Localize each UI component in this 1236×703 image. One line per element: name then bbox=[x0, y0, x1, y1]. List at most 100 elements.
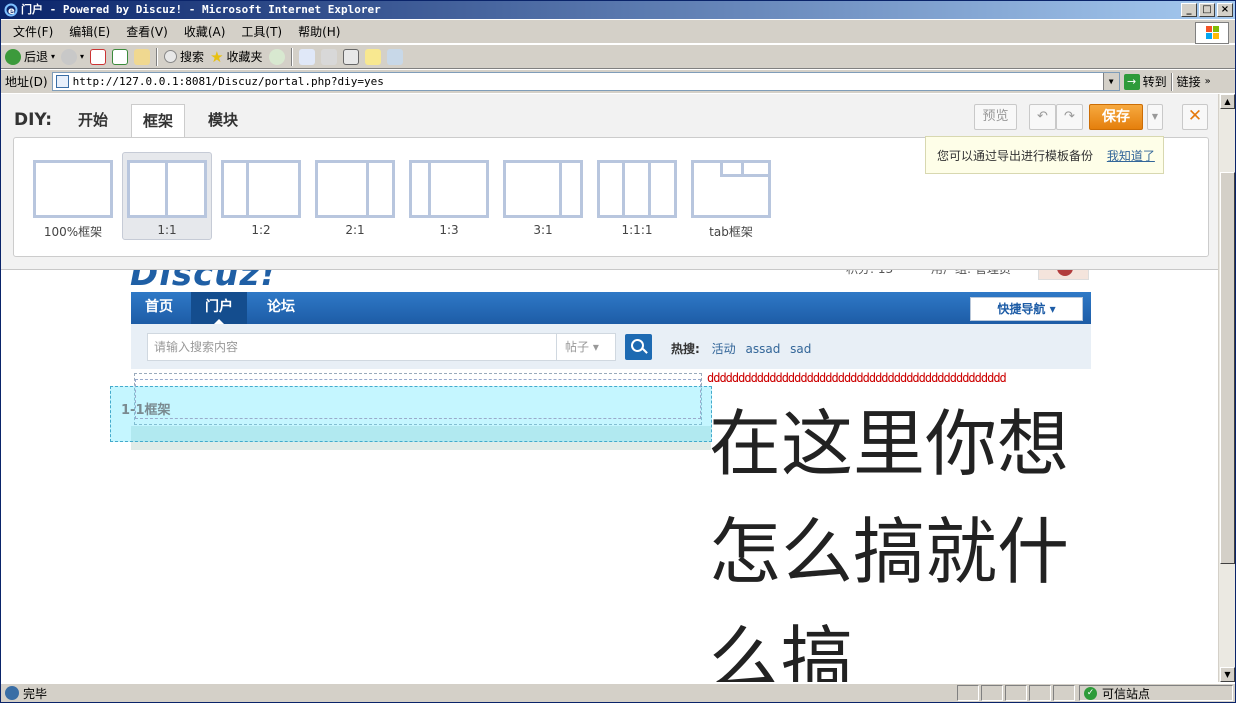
history-icon[interactable] bbox=[268, 48, 285, 65]
windows-logo-icon bbox=[1195, 22, 1229, 44]
search-type-select[interactable]: 帖子 ▾ bbox=[556, 333, 616, 361]
scroll-up-icon[interactable]: ▲ bbox=[1220, 94, 1235, 109]
nav-home[interactable]: 首页 bbox=[131, 292, 187, 324]
frame-inner-border bbox=[135, 379, 701, 419]
go-button[interactable]: → 转到 bbox=[1123, 73, 1167, 90]
forward-button[interactable]: ▾ bbox=[61, 48, 84, 65]
frame-option-2-1[interactable]: 2:1 bbox=[310, 152, 400, 240]
maximize-button[interactable]: □ bbox=[1199, 3, 1215, 17]
close-diy-button[interactable]: ✕ bbox=[1182, 104, 1208, 130]
address-url: http://127.0.0.1:8081/Discuz/portal.php?… bbox=[72, 75, 384, 88]
frame-option-label: 1:1:1 bbox=[621, 223, 653, 237]
menu-view[interactable]: 查看(V) bbox=[118, 23, 176, 40]
page-content: Discuz! 积分: 13 用户组: 管理员 首页 门户 论坛 快捷导航 ▾ … bbox=[1, 94, 1219, 682]
redo-button[interactable]: ↷ bbox=[1056, 104, 1083, 130]
forward-arrow-icon bbox=[61, 48, 78, 65]
search-button[interactable]: 搜索 bbox=[164, 48, 204, 65]
diy-label: DIY: bbox=[14, 110, 53, 130]
preview-button[interactable]: 预览 bbox=[974, 104, 1017, 130]
frame-option-tab[interactable]: tab框架 bbox=[686, 152, 776, 240]
tab-start[interactable]: 开始 bbox=[67, 104, 119, 138]
frame-option-1-1[interactable]: 1:1 bbox=[122, 152, 212, 240]
frame-option-1-1-1[interactable]: 1:1:1 bbox=[592, 152, 682, 240]
svg-text:e: e bbox=[8, 6, 15, 17]
hot-word[interactable]: assad bbox=[745, 342, 780, 356]
address-dropdown-icon[interactable]: ▼ bbox=[1102, 73, 1119, 90]
menu-file[interactable]: 文件(F) bbox=[5, 23, 61, 40]
frame-label: 1-1框架 bbox=[121, 403, 171, 418]
diy-panel: DIY: 开始 框架 模块 预览 ↶ ↷ 保存 ▼ ✕ 100%框架 1:1 1… bbox=[1, 94, 1219, 270]
tab-module[interactable]: 模块 bbox=[197, 104, 249, 138]
back-arrow-icon bbox=[5, 48, 21, 65]
discuss-icon[interactable] bbox=[364, 48, 381, 65]
hot-word[interactable]: 活动 bbox=[712, 342, 736, 356]
favorites-button[interactable]: ★ 收藏夹 bbox=[210, 48, 262, 66]
go-label: 转到 bbox=[1142, 75, 1167, 89]
links-button[interactable]: 链接 bbox=[1177, 73, 1201, 90]
frame-option-label: 100%框架 bbox=[43, 225, 103, 239]
page-done-icon bbox=[5, 686, 19, 700]
status-pane bbox=[957, 685, 979, 701]
star-icon: ★ bbox=[210, 47, 224, 66]
status-bar: 完毕 ✓ 可信站点 bbox=[1, 683, 1235, 702]
minimize-button[interactable]: _ bbox=[1181, 3, 1197, 17]
tip-text: 您可以通过导出进行模板备份 bbox=[937, 149, 1094, 163]
edit-icon[interactable] bbox=[342, 48, 359, 65]
search-label: 搜索 bbox=[180, 50, 205, 64]
standard-toolbar: 后退 ▾ ▾ 搜索 ★ 收藏夹 bbox=[1, 45, 1235, 69]
back-button[interactable]: 后退 ▾ bbox=[5, 48, 55, 65]
address-input[interactable]: http://127.0.0.1:8081/Discuz/portal.php?… bbox=[51, 72, 1120, 91]
menu-favorites[interactable]: 收藏(A) bbox=[176, 23, 234, 40]
nav-portal[interactable]: 门户 bbox=[191, 292, 247, 324]
vertical-scrollbar[interactable]: ▲ ▼ bbox=[1218, 94, 1235, 682]
tab-frame[interactable]: 框架 bbox=[131, 104, 186, 138]
search-submit-button[interactable] bbox=[625, 334, 652, 360]
title-bar: e 门户 - Powered by Discuz! - Microsoft In… bbox=[1, 1, 1235, 19]
address-label: 地址(D) bbox=[5, 75, 48, 89]
frame-option-3-1[interactable]: 3:1 bbox=[498, 152, 588, 240]
scroll-thumb[interactable] bbox=[1220, 172, 1235, 564]
frame-option-label: 1:1 bbox=[157, 223, 177, 237]
frame-option-100[interactable]: 100%框架 bbox=[28, 152, 118, 240]
menu-help[interactable]: 帮助(H) bbox=[290, 23, 348, 40]
frame-option-label: tab框架 bbox=[709, 225, 753, 239]
save-options-button[interactable]: ▼ bbox=[1147, 104, 1163, 130]
main-nav: 首页 门户 论坛 bbox=[131, 292, 1091, 324]
menu-tools[interactable]: 工具(T) bbox=[233, 23, 290, 40]
trusted-check-icon: ✓ bbox=[1084, 686, 1097, 700]
go-arrow-icon: → bbox=[1123, 73, 1140, 90]
nav-forum[interactable]: 论坛 bbox=[253, 292, 309, 324]
page-icon bbox=[55, 75, 69, 88]
search-icon bbox=[164, 50, 178, 63]
frame-thumb bbox=[221, 160, 301, 218]
status-text: 完毕 bbox=[23, 686, 48, 701]
frame-option-1-2[interactable]: 1:2 bbox=[216, 152, 306, 240]
large-text-block: 在这里你想怎么搞就什么搞 bbox=[709, 402, 1070, 682]
frame-option-label: 1:3 bbox=[439, 223, 459, 237]
browser-window: e 门户 - Powered by Discuz! - Microsoft In… bbox=[0, 0, 1236, 703]
search-input[interactable]: 请输入搜索内容 bbox=[147, 333, 557, 361]
menu-edit[interactable]: 编辑(E) bbox=[61, 23, 118, 40]
window-title: 门户 - Powered by Discuz! - Microsoft Inte… bbox=[21, 3, 381, 16]
scroll-down-icon[interactable]: ▼ bbox=[1220, 667, 1235, 682]
security-zone[interactable]: ✓ 可信站点 bbox=[1079, 685, 1233, 701]
privacy-icon[interactable] bbox=[1029, 685, 1051, 701]
frame-option-1-3[interactable]: 1:3 bbox=[404, 152, 494, 240]
frame-option-label: 2:1 bbox=[345, 223, 365, 237]
refresh-icon[interactable] bbox=[112, 48, 129, 65]
dragging-frame-1-1[interactable]: 1-1框架 bbox=[110, 379, 712, 442]
save-button[interactable]: 保存 bbox=[1089, 104, 1143, 130]
frame-thumb bbox=[409, 160, 489, 218]
close-window-button[interactable]: × bbox=[1217, 3, 1233, 17]
tip-dismiss-link[interactable]: 我知道了 bbox=[1107, 149, 1155, 163]
home-icon[interactable] bbox=[134, 48, 151, 65]
quick-nav-button[interactable]: 快捷导航 ▾ bbox=[970, 297, 1083, 321]
hot-word[interactable]: sad bbox=[790, 342, 811, 356]
stop-icon[interactable] bbox=[90, 48, 107, 65]
mail-icon[interactable] bbox=[298, 48, 315, 65]
print-icon[interactable] bbox=[320, 48, 337, 65]
undo-button[interactable]: ↶ bbox=[1029, 104, 1056, 130]
frame-thumb bbox=[597, 160, 677, 218]
messenger-icon[interactable] bbox=[386, 48, 403, 65]
sample-text-line: dddddddddddddddddddddddddddddddddddddddd… bbox=[707, 371, 1007, 385]
